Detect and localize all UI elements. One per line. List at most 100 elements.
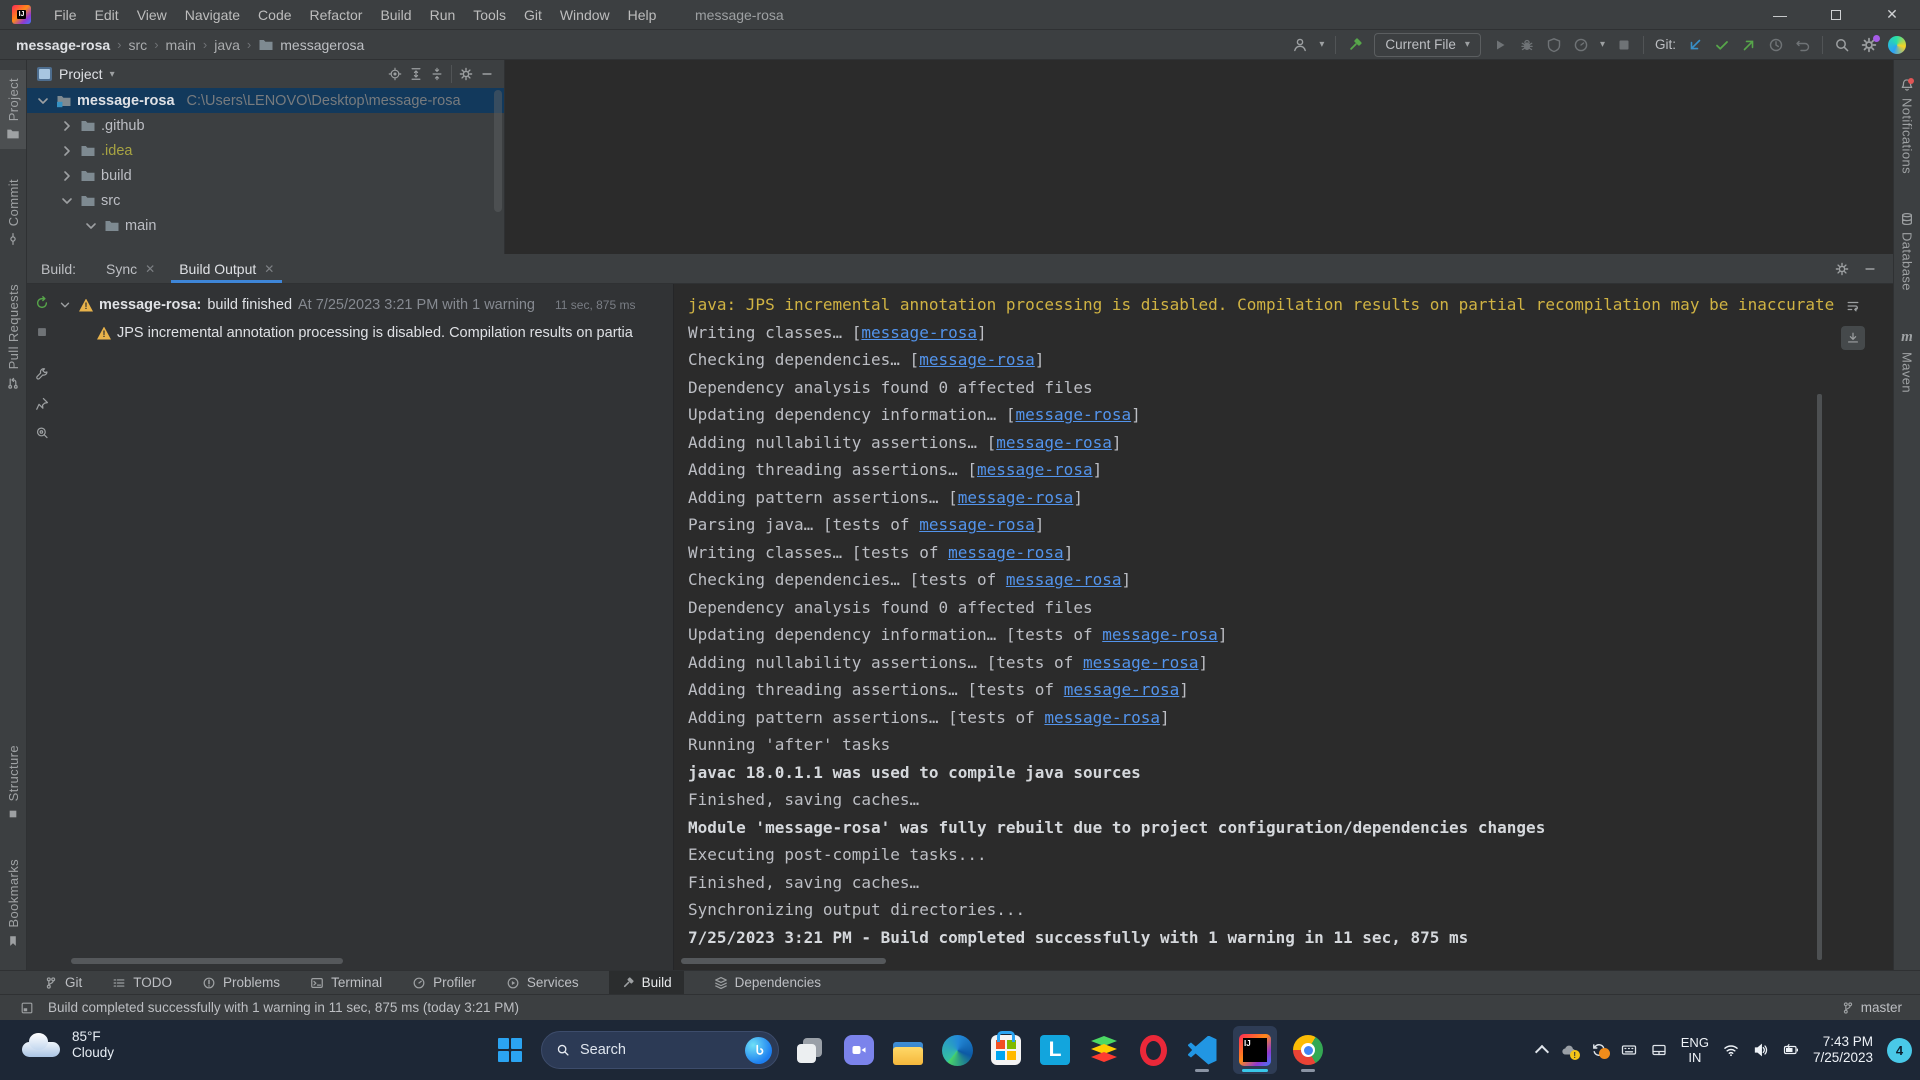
build-tree-warning-row[interactable]: ! JPS incremental annotation processing … — [97, 320, 673, 346]
minimize-panel-icon[interactable] — [1863, 262, 1877, 276]
build-tab-build-output[interactable]: Build Output ✕ — [167, 254, 286, 283]
git-branch-widget[interactable]: master — [1841, 1000, 1920, 1015]
tool-window-button-problems[interactable]: Problems — [202, 971, 280, 994]
tree-node-src[interactable]: src — [27, 188, 504, 213]
locate-target-icon[interactable] — [388, 67, 402, 81]
taskbar-app-edge[interactable] — [939, 1026, 975, 1074]
taskbar-app-intellij[interactable]: IJ — [1233, 1026, 1277, 1074]
console-link[interactable]: message-rosa — [1006, 570, 1122, 589]
project-panel-title[interactable]: Project — [59, 66, 103, 82]
menu-help[interactable]: Help — [619, 0, 666, 30]
taskbar-app-ldplayer[interactable]: L — [1037, 1026, 1073, 1074]
console-link[interactable]: message-rosa — [977, 460, 1093, 479]
menu-build[interactable]: Build — [371, 0, 420, 30]
tool-window-button-git[interactable]: Git — [44, 971, 82, 994]
settings-gear-icon[interactable] — [1861, 34, 1880, 53]
menu-edit[interactable]: Edit — [86, 0, 128, 30]
tool-window-tab-notifications[interactable]: Notifications — [1894, 70, 1920, 182]
chevron-right-icon[interactable] — [59, 168, 75, 184]
hidden-icons-chevron[interactable] — [1534, 1044, 1549, 1060]
build-tree-hscrollbar[interactable] — [71, 958, 343, 964]
tool-window-tab-database[interactable]: Database — [1894, 204, 1920, 299]
breadcrumb-item-src[interactable]: src — [129, 37, 148, 53]
user-icon[interactable] — [1292, 37, 1308, 53]
taskbar-app-task-view[interactable] — [792, 1026, 828, 1074]
profiler-button[interactable] — [1573, 37, 1589, 53]
tree-node-message-rosa[interactable]: message-rosa C:\Users\LENOVO\Desktop\mes… — [27, 88, 504, 113]
close-tab-icon[interactable]: ✕ — [145, 262, 155, 276]
console-hscrollbar[interactable] — [681, 958, 886, 964]
layout-icon[interactable] — [20, 1001, 34, 1015]
chevron-down-icon[interactable] — [59, 193, 75, 209]
menu-file[interactable]: File — [45, 0, 86, 30]
stop-build-icon[interactable] — [35, 325, 49, 339]
tool-window-button-dependencies[interactable]: Dependencies — [714, 971, 821, 994]
history-clock-icon[interactable] — [1768, 37, 1784, 53]
console-link[interactable]: message-rosa — [1044, 708, 1160, 727]
taskbar-app-store[interactable] — [988, 1026, 1024, 1074]
tool-window-button-services[interactable]: Services — [506, 971, 579, 994]
gradient-ball-icon[interactable] — [1888, 35, 1906, 54]
rerun-build-icon[interactable] — [35, 296, 49, 310]
menu-window[interactable]: Window — [551, 0, 619, 30]
tool-window-button-todo[interactable]: TODO — [112, 971, 172, 994]
tool-window-button-build[interactable]: Build — [608, 971, 684, 994]
chevron-down-icon[interactable] — [83, 218, 99, 234]
onedrive-cloud-icon[interactable]: ! — [1561, 1042, 1580, 1060]
menu-navigate[interactable]: Navigate — [176, 0, 249, 30]
chevron-down-icon[interactable]: ▾ — [110, 69, 115, 80]
tree-node-build[interactable]: build — [27, 163, 504, 188]
console-link[interactable]: message-rosa — [1016, 405, 1132, 424]
wifi-icon[interactable] — [1723, 1042, 1739, 1058]
tool-window-tab-commit[interactable]: Commit — [0, 171, 26, 254]
taskbar-app-bluestacks[interactable] — [1086, 1026, 1122, 1074]
taskbar-app-file-explorer[interactable] — [890, 1026, 926, 1074]
taskbar-app-vscode[interactable] — [1184, 1026, 1220, 1074]
taskbar-search-input[interactable]: Search — [541, 1031, 779, 1069]
console-link[interactable]: message-rosa — [1064, 680, 1180, 699]
console-link[interactable]: message-rosa — [948, 543, 1064, 562]
taskbar-app-chat[interactable] — [841, 1026, 877, 1074]
tool-window-tab-pull-requests[interactable]: Pull Requests — [0, 276, 26, 397]
project-tree-scrollbar[interactable] — [494, 90, 502, 212]
console-link[interactable]: message-rosa — [919, 515, 1035, 534]
language-indicator[interactable]: ENG IN — [1681, 1035, 1709, 1065]
breadcrumb-item-main[interactable]: main — [166, 37, 196, 53]
git-update-icon[interactable] — [1687, 37, 1703, 53]
run-configuration-select[interactable]: Current File ▾ — [1374, 32, 1481, 57]
build-hammer-icon[interactable] — [1347, 37, 1363, 53]
menu-refactor[interactable]: Refactor — [301, 0, 372, 30]
menu-tools[interactable]: Tools — [464, 0, 515, 30]
console-link[interactable]: message-rosa — [919, 350, 1035, 369]
taskbar-app-opera[interactable] — [1135, 1026, 1171, 1074]
minimize-button[interactable]: — — [1752, 0, 1808, 29]
notification-count-badge[interactable]: 4 — [1887, 1037, 1912, 1063]
close-button[interactable]: ✕ — [1864, 0, 1920, 29]
bing-icon[interactable] — [745, 1036, 772, 1064]
touch-keyboard-icon[interactable] — [1621, 1042, 1637, 1058]
menu-code[interactable]: Code — [249, 0, 300, 30]
tool-window-tab-project[interactable]: Project — [0, 70, 26, 150]
search-icon[interactable] — [1834, 37, 1850, 53]
start-button[interactable] — [492, 1026, 528, 1074]
taskbar-app-chrome[interactable] — [1290, 1026, 1326, 1074]
breadcrumb-item-message-rosa[interactable]: message-rosa — [16, 37, 110, 53]
console-link[interactable]: message-rosa — [861, 323, 977, 342]
status-message[interactable]: Build completed successfully with 1 warn… — [48, 1000, 519, 1015]
chevron-down-icon[interactable] — [35, 93, 51, 109]
console-link[interactable]: message-rosa — [958, 488, 1074, 507]
tool-window-tab-maven[interactable]: m Maven — [1894, 321, 1920, 401]
tool-window-button-profiler[interactable]: Profiler — [412, 971, 476, 994]
chevron-right-icon[interactable] — [59, 143, 75, 159]
sync-update-icon[interactable] — [1591, 1042, 1610, 1059]
tool-window-tab-bookmarks[interactable]: Bookmarks — [0, 851, 26, 956]
console-link[interactable]: message-rosa — [1083, 653, 1199, 672]
weather-widget[interactable]: 85°F Cloudy — [22, 1029, 114, 1061]
inspect-eye-icon[interactable] — [35, 426, 49, 440]
volume-icon[interactable] — [1753, 1042, 1769, 1058]
debug-button[interactable] — [1519, 37, 1535, 53]
pin-icon[interactable] — [35, 397, 49, 411]
coverage-button[interactable] — [1546, 37, 1562, 53]
tree-node-main[interactable]: main — [27, 213, 504, 238]
user-dropdown-caret[interactable]: ▾ — [1319, 39, 1324, 50]
